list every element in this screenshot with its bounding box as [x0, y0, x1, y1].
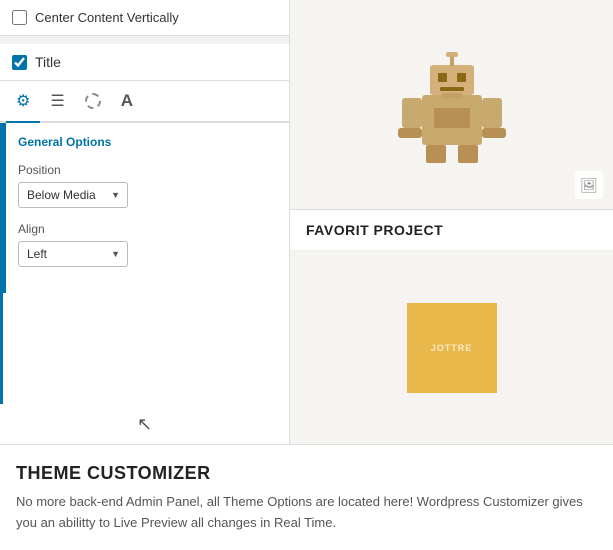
position-select[interactable]: Below Media Above Media Overlay — [18, 182, 128, 208]
position-label: Position — [18, 163, 277, 177]
align-select-wrapper: Left Center Right — [18, 241, 128, 267]
cursor-icon: ↖ — [137, 414, 152, 435]
tab-align[interactable]: ☰ — [40, 81, 74, 123]
preview-card-2: JOTTRE — [290, 251, 613, 444]
center-content-checkbox[interactable] — [12, 10, 27, 25]
title-label: Title — [35, 54, 61, 70]
tab-font[interactable]: A — [111, 81, 143, 123]
robot-image — [392, 40, 512, 170]
bottom-section: THEME CUSTOMIZER No more back-end Admin … — [0, 444, 613, 550]
divider — [0, 36, 289, 44]
title-checkbox[interactable] — [12, 55, 27, 70]
yellow-box: JOTTRE — [407, 303, 497, 393]
tabs-bar: ⚙ ☰ A — [0, 81, 289, 123]
tab-general[interactable]: ⚙ — [6, 81, 40, 123]
bottom-title: THEME CUSTOMIZER — [16, 463, 597, 484]
card-title-area: FAVORIT PROJECT — [290, 210, 613, 251]
preview-card-1: 🖼 — [290, 0, 613, 210]
project-title: FAVORIT PROJECT — [306, 222, 443, 238]
section-title: General Options — [18, 135, 277, 149]
position-field: Position Below Media Above Media Overlay — [18, 163, 277, 208]
tab-border[interactable] — [75, 83, 111, 121]
title-row: Title — [0, 44, 289, 81]
picture-icon: 🖼 — [580, 177, 598, 194]
cursor-area: ↖ — [0, 404, 289, 444]
font-icon: A — [121, 91, 133, 111]
general-options-panel: General Options Position Below Media Abo… — [3, 123, 289, 293]
center-content-row: Center Content Vertically — [0, 0, 289, 36]
align-icon: ☰ — [50, 91, 64, 111]
align-select[interactable]: Left Center Right — [18, 241, 128, 267]
position-select-wrapper: Below Media Above Media Overlay — [18, 182, 128, 208]
gear-icon: ⚙ — [16, 91, 30, 111]
align-field: Align Left Center Right — [18, 222, 277, 267]
image-placeholder-icon: 🖼 — [575, 171, 603, 199]
border-icon — [85, 93, 101, 109]
yellow-box-label: JOTTRE — [431, 343, 473, 353]
align-label: Align — [18, 222, 277, 236]
settings-panel: Center Content Vertically Title ⚙ ☰ A Ge… — [0, 0, 290, 444]
bottom-description: No more back-end Admin Panel, all Theme … — [16, 492, 597, 534]
preview-panel: 🖼 FAVORIT PROJECT JOTTRE — [290, 0, 613, 444]
center-content-label: Center Content Vertically — [35, 10, 179, 25]
